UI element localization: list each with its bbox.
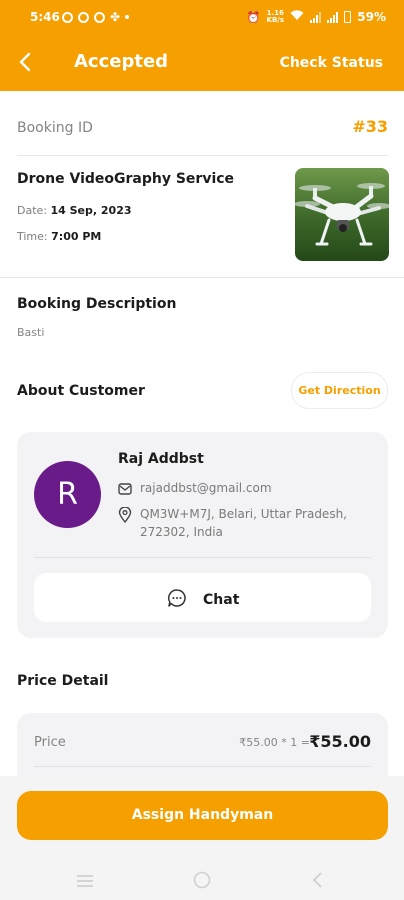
avatar: R bbox=[34, 461, 101, 528]
booking-description-title: Booking Description bbox=[17, 296, 177, 312]
more-notifications-dot bbox=[125, 15, 130, 19]
booking-id-value: #33 bbox=[352, 117, 388, 136]
time-value: 7:00 PM bbox=[51, 230, 102, 243]
system-nav-bar bbox=[0, 856, 404, 900]
date-value: 14 Sep, 2023 bbox=[50, 204, 132, 217]
get-direction-button[interactable]: Get Direction bbox=[291, 372, 388, 409]
whatsapp-icon bbox=[62, 11, 73, 23]
battery-icon bbox=[344, 11, 352, 23]
divider bbox=[0, 277, 404, 278]
signal-1-icon bbox=[310, 11, 322, 23]
recent-apps-icon[interactable] bbox=[76, 873, 94, 892]
page-title: Accepted bbox=[74, 51, 169, 72]
service-image bbox=[295, 168, 389, 261]
booking-description-text: Basti bbox=[17, 326, 45, 339]
battery-percent: 59% bbox=[357, 10, 386, 24]
home-icon[interactable] bbox=[193, 871, 211, 893]
booking-time: Time: 7:00 PM bbox=[17, 230, 101, 243]
location-pin-icon bbox=[118, 506, 132, 541]
chat-label: Chat bbox=[203, 592, 240, 608]
data-speed: 1.16 KB/s bbox=[266, 9, 284, 24]
customer-address: QM3W+M7J, Belari, Uttar Pradesh, 272302,… bbox=[140, 507, 347, 539]
about-customer-title: About Customer bbox=[17, 383, 145, 399]
mail-icon bbox=[118, 483, 132, 498]
notification-icons: ✤ bbox=[62, 10, 130, 24]
assign-handyman-button[interactable]: Assign Handyman bbox=[17, 791, 388, 840]
price-label: Price bbox=[34, 735, 66, 750]
system-icons: ⏰ 1.16 KB/s 59% bbox=[246, 9, 386, 25]
record-icon bbox=[78, 11, 89, 23]
customer-email-row: rajaddbst@gmail.com bbox=[118, 481, 272, 498]
divider bbox=[17, 155, 388, 156]
chat-button[interactable]: Chat bbox=[34, 573, 371, 622]
check-status-button[interactable]: Check Status bbox=[280, 55, 383, 71]
back-nav-icon[interactable] bbox=[311, 871, 323, 893]
booking-id-row: Booking ID #33 bbox=[17, 117, 388, 139]
app-bar: Accepted Check Status bbox=[0, 34, 404, 91]
customer-email[interactable]: rajaddbst@gmail.com bbox=[140, 481, 272, 498]
customer-name: Raj Addbst bbox=[118, 451, 204, 467]
messenger-icon bbox=[94, 11, 105, 23]
customer-address-row: QM3W+M7J, Belari, Uttar Pradesh, 272302,… bbox=[118, 505, 360, 541]
alarm-icon: ⏰ bbox=[246, 10, 261, 24]
back-arrow-icon[interactable] bbox=[14, 50, 38, 74]
pinwheel-icon: ✤ bbox=[110, 10, 121, 24]
time-label: Time: bbox=[17, 230, 48, 243]
divider bbox=[34, 766, 371, 767]
date-label: Date: bbox=[17, 204, 47, 217]
price-total: ₹55.00 bbox=[309, 732, 371, 751]
wifi-icon bbox=[290, 10, 304, 24]
signal-2-icon bbox=[327, 11, 339, 23]
booking-date: Date: 14 Sep, 2023 bbox=[17, 204, 132, 217]
chat-bubble-icon bbox=[167, 588, 187, 612]
price-detail-title: Price Detail bbox=[17, 673, 109, 689]
price-formula: ₹55.00 * 1 = bbox=[239, 736, 310, 749]
customer-card: R Raj Addbst rajaddbst@gmail.com QM3W+M7… bbox=[17, 432, 388, 638]
status-bar: 5:46 ✤ ⏰ 1.16 KB/s 59% bbox=[0, 0, 404, 34]
service-name: Drone VideoGraphy Service bbox=[17, 171, 235, 187]
divider bbox=[34, 557, 371, 558]
booking-id-label: Booking ID bbox=[17, 120, 93, 136]
status-time: 5:46 bbox=[30, 10, 60, 24]
